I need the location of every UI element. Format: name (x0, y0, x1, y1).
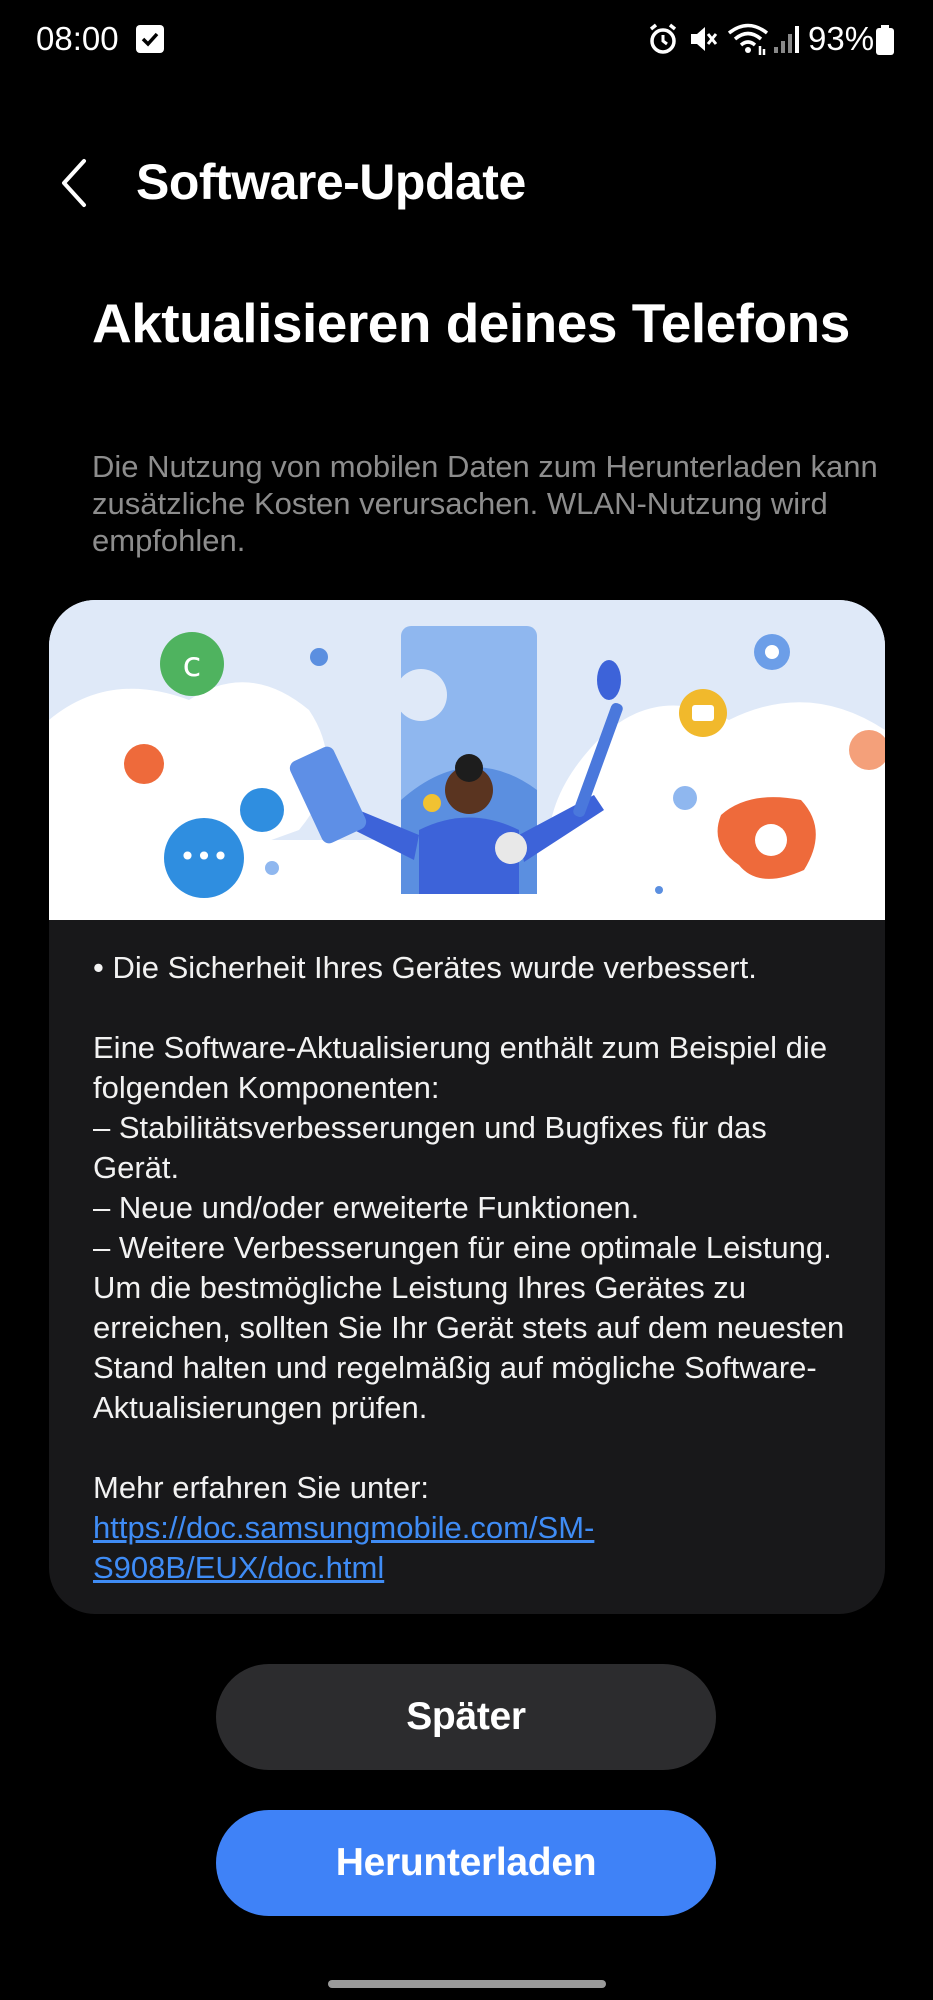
download-button[interactable]: Herunterladen (216, 1810, 716, 1916)
release-notes-text: • Die Sicherheit Ihres Gerätes wurde ver… (93, 948, 853, 1588)
later-button[interactable]: Später (216, 1664, 716, 1770)
alarm-icon (648, 22, 678, 61)
back-arrow-icon[interactable] (56, 155, 96, 211)
info-link[interactable]: https://doc.samsungmobile.com/SM-S908B/E… (93, 1510, 594, 1585)
home-indicator[interactable] (328, 1980, 606, 1988)
update-recommendation: Um die bestmögliche Leistung Ihres Gerät… (93, 1270, 845, 1425)
mobile-data-warning: Die Nutzung von mobilen Daten zum Herunt… (92, 449, 878, 558)
checkbox-notification-icon (136, 25, 164, 53)
security-bullet: • Die Sicherheit Ihres Gerätes wurde ver… (93, 950, 757, 985)
mute-icon (688, 22, 718, 61)
battery-icon (876, 25, 894, 55)
battery-percentage: 93% (808, 20, 875, 57)
svg-text:•••: ••• (179, 840, 229, 873)
component-item: – Stabilitätsverbesserungen und Bugfixes… (93, 1110, 767, 1185)
status-time: 08:00 (36, 20, 119, 57)
release-notes-card[interactable]: c ••• • Die Sicherheit Ihres Gerätes wur… (49, 600, 885, 1614)
component-item: – Neue und/oder erweiterte Funktionen. (93, 1190, 640, 1225)
page-title: Software-Update (136, 154, 526, 210)
more-info-label: Mehr erfahren Sie unter: (93, 1470, 430, 1505)
update-heading: Aktualisieren deines Telefons (92, 292, 850, 354)
signal-icon (772, 22, 800, 61)
wifi-icon (726, 22, 770, 61)
update-illustration: c ••• (49, 600, 885, 920)
update-intro: Eine Software-Aktualisierung enthält zum… (93, 1030, 828, 1105)
component-item: – Weitere Verbesserungen für eine optima… (93, 1230, 832, 1265)
svg-text:c: c (183, 645, 202, 685)
